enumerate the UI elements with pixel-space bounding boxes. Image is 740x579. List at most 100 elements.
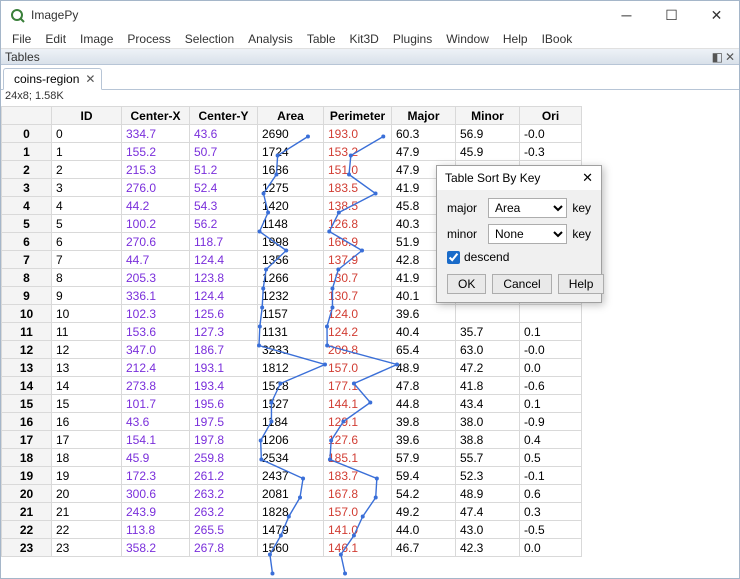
cell-cy[interactable]: 259.8 [190, 449, 258, 467]
cell-major[interactable]: 44.0 [392, 521, 456, 539]
cell-cy[interactable]: 124.4 [190, 287, 258, 305]
cell-id[interactable]: 22 [52, 521, 122, 539]
row-header[interactable]: 8 [2, 269, 52, 287]
dialog-close-icon[interactable]: ✕ [582, 170, 593, 186]
table-row[interactable]: 2323358.2267.81560146.146.742.30.0 [2, 539, 582, 557]
cell-area[interactable]: 2690 [258, 125, 324, 143]
cell-id[interactable]: 14 [52, 377, 122, 395]
dock-close-icon[interactable]: ✕ [725, 50, 735, 64]
table-row[interactable]: 2121243.9263.21828157.049.247.40.3 [2, 503, 582, 521]
tab-close-icon[interactable]: ✕ [85, 72, 95, 86]
cell-minor[interactable]: 43.0 [456, 521, 520, 539]
cell-ori[interactable]: -0.9 [520, 413, 582, 431]
cell-ori[interactable]: 0.4 [520, 431, 582, 449]
cell-cy[interactable]: 125.6 [190, 305, 258, 323]
table-row[interactable]: 1010102.3125.61157124.039.6 [2, 305, 582, 323]
cell-perim[interactable]: 141.0 [324, 521, 392, 539]
cell-major[interactable]: 48.9 [392, 359, 456, 377]
menu-kit3d[interactable]: Kit3D [343, 32, 386, 46]
cell-cy[interactable]: 56.2 [190, 215, 258, 233]
cell-major[interactable]: 60.3 [392, 125, 456, 143]
cell-id[interactable]: 1 [52, 143, 122, 161]
cell-perim[interactable]: 177.1 [324, 377, 392, 395]
cell-cx[interactable]: 334.7 [122, 125, 190, 143]
table-row[interactable]: 2020300.6263.22081167.854.248.90.6 [2, 485, 582, 503]
cell-cx[interactable]: 243.9 [122, 503, 190, 521]
cell-id[interactable]: 6 [52, 233, 122, 251]
menu-file[interactable]: File [5, 32, 38, 46]
cell-cy[interactable]: 263.2 [190, 485, 258, 503]
cell-minor[interactable]: 38.8 [456, 431, 520, 449]
ok-button[interactable]: OK [447, 274, 486, 294]
cell-perim[interactable]: 126.8 [324, 215, 392, 233]
cell-minor[interactable]: 52.3 [456, 467, 520, 485]
cell-ori[interactable]: 0.0 [520, 359, 582, 377]
cell-area[interactable]: 1560 [258, 539, 324, 557]
cell-cx[interactable]: 336.1 [122, 287, 190, 305]
cell-perim[interactable]: 183.7 [324, 467, 392, 485]
help-button[interactable]: Help [558, 274, 605, 294]
cell-id[interactable]: 8 [52, 269, 122, 287]
cell-cx[interactable]: 215.3 [122, 161, 190, 179]
cell-cy[interactable]: 123.8 [190, 269, 258, 287]
cell-cy[interactable]: 124.4 [190, 251, 258, 269]
cell-cx[interactable]: 172.3 [122, 467, 190, 485]
row-header[interactable]: 12 [2, 341, 52, 359]
cell-id[interactable]: 16 [52, 413, 122, 431]
cell-major[interactable]: 39.8 [392, 413, 456, 431]
table-row[interactable]: 11155.250.71724153.247.945.9-0.3 [2, 143, 582, 161]
cell-area[interactable]: 1148 [258, 215, 324, 233]
row-header[interactable]: 4 [2, 197, 52, 215]
cell-cx[interactable]: 205.3 [122, 269, 190, 287]
cell-id[interactable]: 4 [52, 197, 122, 215]
cell-perim[interactable]: 185.1 [324, 449, 392, 467]
row-header[interactable]: 11 [2, 323, 52, 341]
col-header[interactable]: Perimeter [324, 107, 392, 125]
row-header[interactable]: 6 [2, 233, 52, 251]
cell-minor[interactable]: 47.2 [456, 359, 520, 377]
row-header[interactable]: 7 [2, 251, 52, 269]
cell-id[interactable]: 18 [52, 449, 122, 467]
cell-major[interactable]: 59.4 [392, 467, 456, 485]
cell-id[interactable]: 17 [52, 431, 122, 449]
cell-perim[interactable]: 157.0 [324, 503, 392, 521]
row-header[interactable]: 3 [2, 179, 52, 197]
cell-minor[interactable] [456, 305, 520, 323]
cell-major[interactable]: 49.2 [392, 503, 456, 521]
menu-image[interactable]: Image [73, 32, 120, 46]
cell-cy[interactable]: 263.2 [190, 503, 258, 521]
cell-perim[interactable]: 127.6 [324, 431, 392, 449]
cell-area[interactable]: 3233 [258, 341, 324, 359]
maximize-button[interactable]: ☐ [649, 1, 694, 29]
cell-major[interactable]: 40.4 [392, 323, 456, 341]
tab-coins-region[interactable]: coins-region ✕ [3, 68, 102, 90]
cell-major[interactable]: 39.6 [392, 305, 456, 323]
cell-ori[interactable]: -0.3 [520, 143, 582, 161]
cell-perim[interactable]: 151.0 [324, 161, 392, 179]
cell-cy[interactable]: 118.7 [190, 233, 258, 251]
menu-window[interactable]: Window [439, 32, 496, 46]
table-row[interactable]: 1919172.3261.22437183.759.452.3-0.1 [2, 467, 582, 485]
row-header[interactable]: 18 [2, 449, 52, 467]
cell-cx[interactable]: 273.8 [122, 377, 190, 395]
cell-area[interactable]: 2534 [258, 449, 324, 467]
cell-area[interactable]: 1479 [258, 521, 324, 539]
cell-area[interactable]: 1527 [258, 395, 324, 413]
cell-id[interactable]: 7 [52, 251, 122, 269]
cell-ori[interactable]: -0.1 [520, 467, 582, 485]
cell-minor[interactable]: 45.9 [456, 143, 520, 161]
cell-perim[interactable]: 146.1 [324, 539, 392, 557]
table-viewport[interactable]: IDCenter-XCenter-YAreaPerimeterMajorMino… [1, 106, 739, 578]
cell-minor[interactable]: 55.7 [456, 449, 520, 467]
cell-major[interactable]: 54.2 [392, 485, 456, 503]
cell-cy[interactable]: 50.7 [190, 143, 258, 161]
cell-cy[interactable]: 265.5 [190, 521, 258, 539]
cell-cx[interactable]: 43.6 [122, 413, 190, 431]
menu-ibook[interactable]: IBook [535, 32, 580, 46]
row-header[interactable]: 17 [2, 431, 52, 449]
row-header[interactable]: 21 [2, 503, 52, 521]
cell-major[interactable]: 39.6 [392, 431, 456, 449]
cell-cy[interactable]: 52.4 [190, 179, 258, 197]
row-header[interactable]: 9 [2, 287, 52, 305]
cell-major[interactable]: 46.7 [392, 539, 456, 557]
